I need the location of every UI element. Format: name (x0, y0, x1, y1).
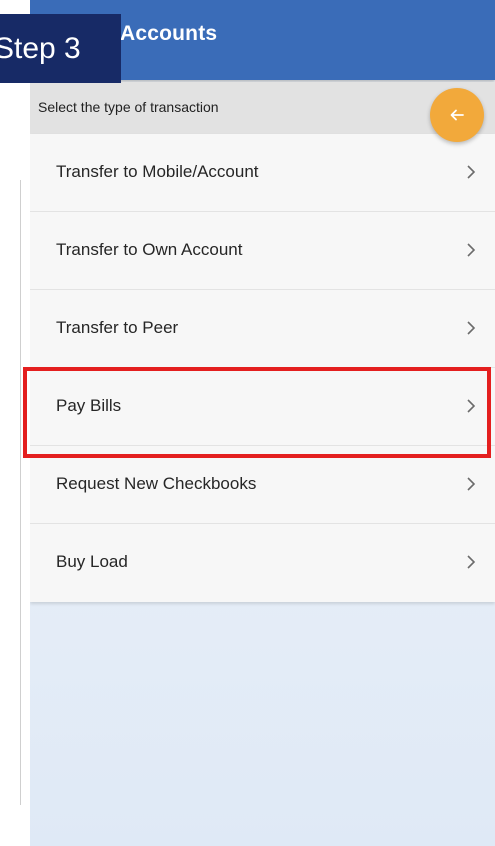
menu-item-label: Transfer to Own Account (56, 240, 243, 259)
menu-item-label: Pay Bills (56, 396, 122, 415)
menu-item-label: Buy Load (56, 552, 128, 571)
menu-item-transfer-peer[interactable]: Transfer to Peer (30, 290, 495, 368)
chevron-right-icon (467, 399, 476, 413)
menu-item-label: Request New Checkbooks (56, 474, 257, 493)
menu-item-request-checkbooks[interactable]: Request New Checkbooks (30, 446, 495, 524)
menu-item-pay-bills[interactable]: Pay Bills (30, 368, 495, 446)
page-divider (20, 180, 21, 805)
transaction-type-list: Transfer to Mobile/Account Transfer to O… (30, 134, 495, 602)
transaction-prompt-bar: Select the type of transaction (30, 82, 495, 134)
transaction-prompt: Select the type of transaction (38, 99, 219, 115)
step-badge: Step 3 (0, 14, 121, 83)
app-screen: Accounts Select the type of transaction … (30, 0, 495, 846)
page-title: Accounts (120, 22, 218, 45)
back-button[interactable] (430, 88, 484, 142)
menu-item-label: Transfer to Peer (56, 318, 179, 337)
menu-item-label: Transfer to Mobile/Account (56, 162, 259, 181)
chevron-right-icon (467, 165, 476, 179)
menu-item-transfer-own-account[interactable]: Transfer to Own Account (30, 212, 495, 290)
chevron-right-icon (467, 555, 476, 569)
chevron-right-icon (467, 477, 476, 491)
menu-item-buy-load[interactable]: Buy Load (30, 524, 495, 602)
arrow-left-icon (450, 109, 464, 121)
menu-item-transfer-mobile-account[interactable]: Transfer to Mobile/Account (30, 134, 495, 212)
screenshot-stage: Accounts Select the type of transaction … (0, 0, 495, 846)
chevron-right-icon (467, 243, 476, 257)
chevron-right-icon (467, 321, 476, 335)
